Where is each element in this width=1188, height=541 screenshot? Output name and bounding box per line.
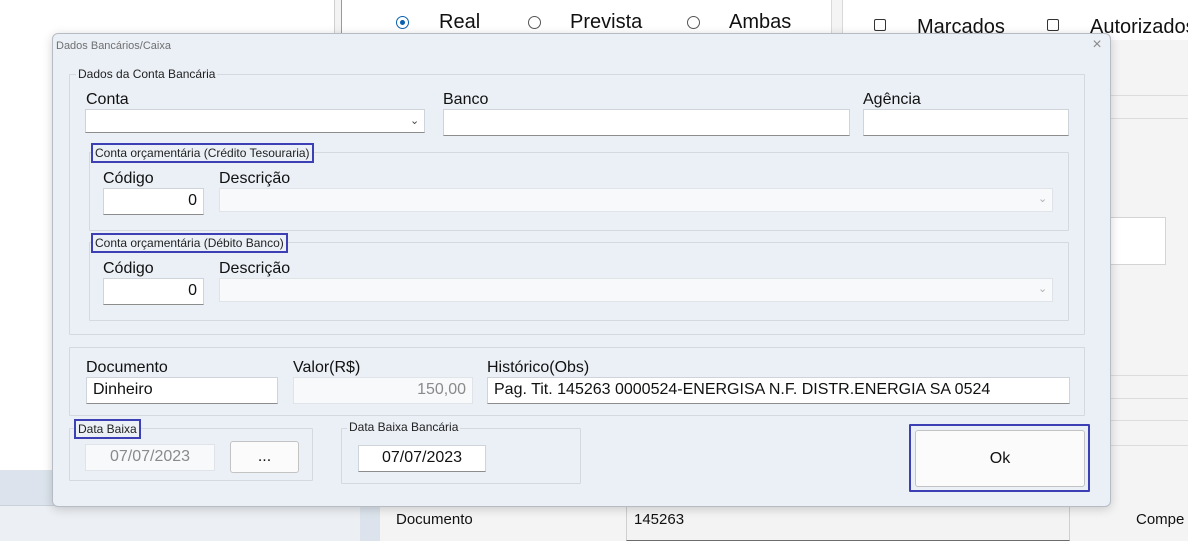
radio-real[interactable] (396, 16, 409, 29)
chevron-down-icon[interactable]: ⌄ (1038, 192, 1047, 205)
dialog-title: Dados Bancários/Caixa (56, 40, 171, 52)
banco-label: Banco (443, 91, 489, 108)
checkbox-marcados[interactable] (874, 19, 886, 31)
background-divider (1110, 398, 1188, 399)
documento-label: Documento (86, 359, 168, 376)
data-baixa-legend: Data Baixa (74, 419, 141, 439)
credito-descricao-combobox[interactable] (219, 188, 1053, 212)
background-divider (1110, 420, 1188, 421)
conta-combobox[interactable] (85, 109, 425, 133)
documento-input[interactable]: Dinheiro (86, 377, 278, 404)
valor-label: Valor(R$) (293, 359, 361, 376)
agencia-input[interactable] (863, 109, 1069, 136)
credito-codigo-label: Código (103, 170, 154, 187)
radio-prevista-label: Prevista (570, 11, 643, 33)
chevron-down-icon[interactable]: ⌄ (410, 114, 419, 127)
debito-descricao-combobox[interactable] (219, 278, 1053, 302)
valor-input[interactable]: 150,00 (293, 377, 473, 404)
credito-codigo-input[interactable]: 0 (103, 188, 204, 215)
historico-label: Histórico(Obs) (487, 359, 590, 376)
credito-tesouraria-legend: Conta orçamentária (Crédito Tesouraria) (91, 143, 314, 163)
background-divider (1110, 375, 1188, 376)
background-documento-label: Documento (396, 511, 473, 528)
data-baixa-bancaria-legend: Data Baixa Bancária (347, 420, 461, 434)
chevron-down-icon[interactable]: ⌄ (1038, 282, 1047, 295)
data-baixa-bancaria-input[interactable]: 07/07/2023 (358, 445, 486, 472)
credito-descricao-label: Descrição (219, 170, 291, 187)
dados-bancarios-dialog: Dados Bancários/Caixa × Dados da Conta B… (52, 33, 1111, 507)
background-divider (1110, 95, 1188, 96)
background-divider (1110, 445, 1188, 446)
debito-codigo-label: Código (103, 260, 154, 277)
banco-input[interactable] (443, 109, 850, 136)
background-documento-field[interactable]: 145263 (626, 506, 1070, 541)
conta-label: Conta (86, 91, 129, 108)
radio-real-label: Real (439, 11, 481, 33)
agencia-label: Agência (863, 91, 921, 108)
background-compe-label: Compe (1136, 511, 1185, 528)
conta-bancaria-legend: Dados da Conta Bancária (76, 67, 218, 81)
debito-banco-legend: Conta orçamentária (Débito Banco) (91, 233, 288, 253)
radio-ambas[interactable] (687, 16, 700, 29)
radio-prevista[interactable] (528, 16, 541, 29)
checkbox-autorizados[interactable] (1047, 19, 1059, 31)
background-box (1110, 217, 1166, 265)
ok-button[interactable]: Ok (915, 430, 1085, 487)
background-left-footer-row (0, 505, 360, 541)
data-baixa-picker-button[interactable]: ... (230, 441, 299, 473)
data-baixa-input[interactable]: 07/07/2023 (85, 444, 215, 471)
radio-ambas-label: Ambas (729, 11, 792, 33)
historico-input[interactable]: Pag. Tit. 145263 0000524-ENERGISA N.F. D… (487, 377, 1070, 404)
close-icon[interactable]: × (1089, 37, 1105, 53)
debito-codigo-input[interactable]: 0 (103, 278, 204, 305)
background-divider (1110, 118, 1188, 119)
debito-descricao-label: Descrição (219, 260, 291, 277)
